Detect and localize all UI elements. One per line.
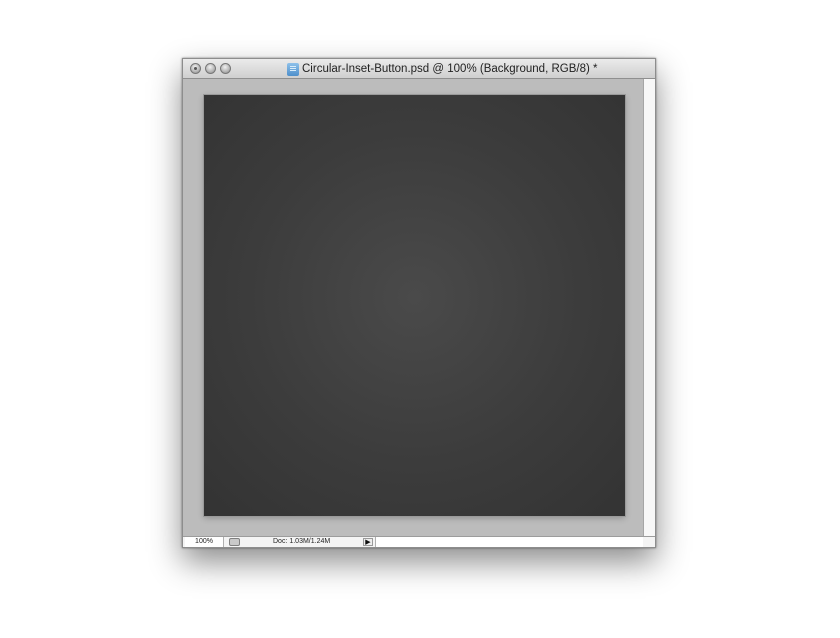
window-titlebar[interactable]: Circular-Inset-Button.psd @ 100% (Backgr… — [183, 59, 655, 79]
window-title: Circular-Inset-Button.psd @ 100% (Backgr… — [302, 63, 598, 75]
zoom-level-field[interactable]: 100% — [185, 537, 224, 547]
status-menu-arrow-icon[interactable]: ▶ — [363, 538, 373, 546]
status-bar: 100% Doc: 1.03M/1.24M ▶ — [183, 536, 655, 547]
window-title-group: Circular-Inset-Button.psd @ 100% (Backgr… — [287, 61, 597, 77]
pasteboard[interactable] — [183, 79, 645, 537]
close-icon[interactable] — [190, 63, 201, 74]
vertical-scrollbar[interactable] — [643, 79, 655, 537]
document-canvas[interactable] — [204, 95, 625, 516]
psd-file-icon — [287, 62, 299, 76]
horizontal-scrollbar[interactable] — [375, 537, 643, 547]
document-size-info: Doc: 1.03M/1.24M — [273, 538, 331, 545]
minimize-icon[interactable] — [205, 63, 216, 74]
zoom-icon[interactable] — [220, 63, 231, 74]
photoshop-document-window: Circular-Inset-Button.psd @ 100% (Backgr… — [182, 58, 656, 548]
desktop-background: Circular-Inset-Button.psd @ 100% (Backgr… — [0, 0, 840, 638]
status-preview-icon[interactable] — [229, 538, 240, 546]
close-dot — [194, 67, 197, 70]
